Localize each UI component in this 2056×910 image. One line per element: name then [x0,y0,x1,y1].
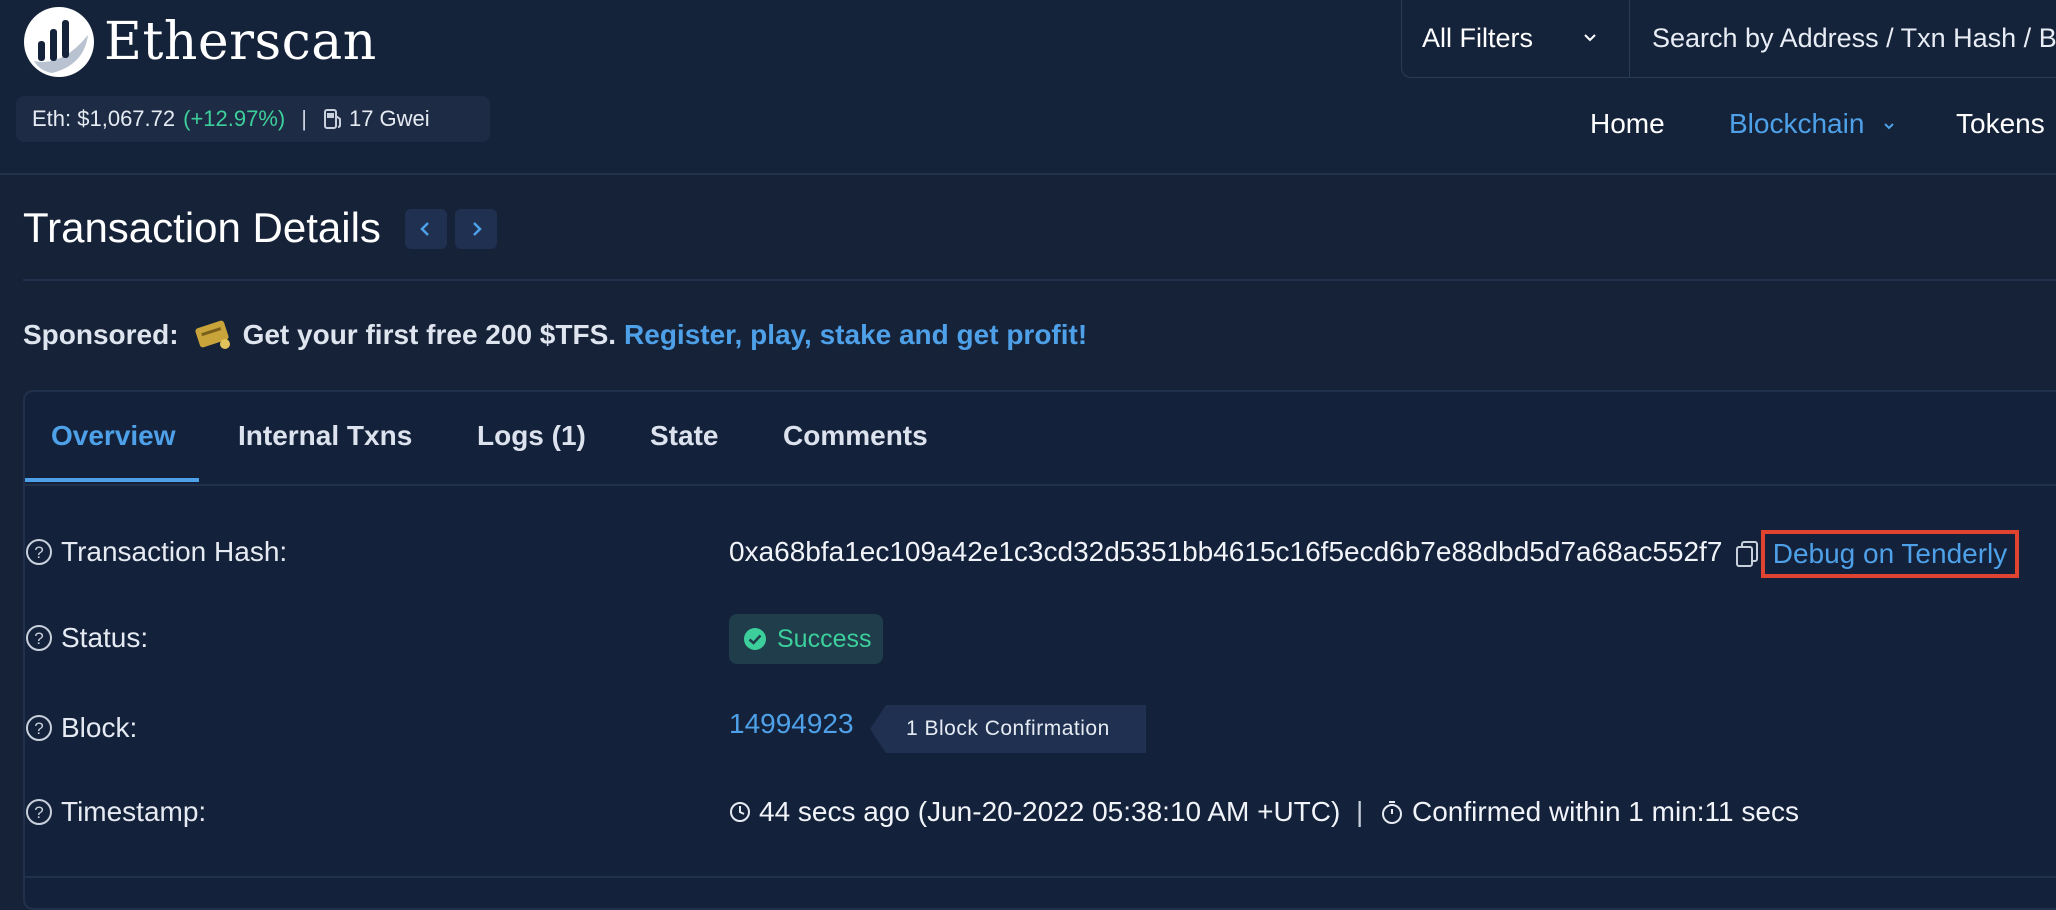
title-divider [23,279,2056,281]
nav-blockchain-label: Blockchain [1729,108,1865,139]
block-confirmation-badge: 1 Block Confirmation [870,705,1146,753]
search-filter-dropdown[interactable]: All Filters [1402,0,1630,77]
block-label: ? Block: [25,712,137,744]
confirmed-within-text: Confirmed within 1 min:11 secs [1412,796,1799,827]
logo-text: Etherscan [104,12,377,72]
nav-home-label: Home [1590,108,1665,139]
eth-price-widget: Eth: $1,067.72 (+12.97%) | 17 Gwei [16,96,490,142]
tab-overview[interactable]: Overview [51,420,176,452]
timestamp-separator: | [1356,796,1364,827]
sponsored-text: Get your first free 200 $TFS. [242,319,617,350]
transaction-hash-label: ? Transaction Hash: [25,536,287,568]
svg-text:?: ? [34,719,43,738]
copy-icon[interactable] [1735,540,1759,568]
transaction-hash-label-text: Transaction Hash: [61,536,288,567]
transaction-card: Overview Internal Txns Logs (1) State Co… [23,390,2056,910]
filter-label: All Filters [1422,23,1534,53]
chevron-left-icon [420,222,429,236]
site-header: Etherscan Eth: $1,067.72 (+12.97%) | 17 … [0,0,2056,175]
question-circle-icon[interactable]: ? [25,798,53,826]
timestamp-text: 44 secs ago (Jun-20-2022 05:38:10 AM +UT… [759,796,1341,827]
block-label-text: Block: [61,712,138,743]
sponsored-label: Sponsored: [23,319,179,350]
bottom-divider [23,876,2056,878]
active-tab-indicator [25,478,199,482]
eth-price[interactable]: Eth: $1,067.72 [32,106,175,132]
status-badge: Success [729,614,883,664]
gas-pump-icon [323,109,341,129]
search-bar: All Filters [1401,0,2056,78]
transaction-hash-value: 0xa68bfa1ec109a42e1c3cd32d5351bb4615c16f… [729,536,1723,567]
svg-text:?: ? [34,629,43,648]
etherscan-logo-icon [24,7,94,77]
tab-comments[interactable]: Comments [783,420,928,452]
chevron-right-icon [473,222,482,236]
search-input[interactable] [1630,0,2056,78]
debug-on-tenderly-link[interactable]: Debug on Tenderly [1761,530,2019,578]
confirmed-within: Confirmed within 1 min:11 secs [1380,796,1799,828]
nav-home[interactable]: Home [1590,108,1665,140]
price-separator: | [301,106,307,131]
clock-icon [730,802,750,822]
nav-tokens[interactable]: Tokens [1956,108,2045,140]
tab-bar: Overview Internal Txns Logs (1) State Co… [25,392,2056,486]
question-circle-icon[interactable]: ? [25,624,53,652]
block-number-link[interactable]: 14994923 [729,708,854,740]
chevron-down-icon [1884,122,1894,130]
previous-transaction-button[interactable] [405,209,447,249]
nav-blockchain[interactable]: Blockchain [1729,108,1896,140]
etherscan-logo[interactable]: Etherscan [22,4,377,80]
tab-internal-txns[interactable]: Internal Txns [238,420,412,452]
eth-price-change: (+12.97%) [183,106,286,131]
next-transaction-button[interactable] [455,209,497,249]
page-title: Transaction Details [23,204,381,251]
question-circle-icon[interactable]: ? [25,538,53,566]
question-circle-icon[interactable]: ? [25,714,53,742]
timestamp-value: 44 secs ago (Jun-20-2022 05:38:10 AM +UT… [729,796,1340,828]
sponsored-banner: Sponsored: Get your first free 200 $TFS.… [23,318,1087,352]
tab-state[interactable]: State [650,420,718,452]
svg-text:?: ? [34,543,43,562]
timestamp-label: ? Timestamp: [25,796,206,828]
timestamp-label-text: Timestamp: [61,796,207,827]
tab-logs[interactable]: Logs (1) [477,420,586,452]
nav-tokens-label: Tokens [1956,108,2045,139]
status-label-text: Status: [61,622,149,653]
chevron-down-icon [1584,34,1596,42]
status-label: ? Status: [25,622,148,654]
status-value: Success [777,624,872,653]
stopwatch-icon [1382,801,1402,824]
gas-price[interactable]: 17 Gwei [349,106,430,132]
check-circle-icon [744,628,766,650]
svg-text:?: ? [34,803,43,822]
ticket-icon [194,320,230,349]
sponsored-link[interactable]: Register, play, stake and get profit! [624,319,1087,351]
